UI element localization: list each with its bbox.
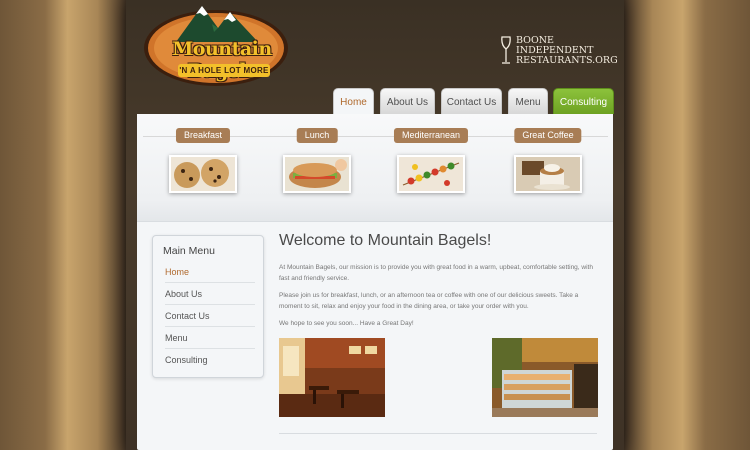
mountain-bagels-logo[interactable]: Mountain Bagels 'N A HOLE LOT MORE bbox=[140, 2, 300, 90]
sandwich-image[interactable] bbox=[283, 155, 351, 193]
intro-paragraph-2: Please join us for breakfast, lunch, or … bbox=[279, 292, 579, 310]
sidebar-item-consulting[interactable]: Consulting bbox=[165, 349, 255, 371]
boone-line-3: RESTAURANTS.ORG bbox=[516, 55, 618, 66]
tab-contact-us[interactable]: Contact Us bbox=[441, 88, 502, 114]
sidebar-item-menu[interactable]: Menu bbox=[165, 327, 255, 349]
logo-tagline: 'N A HOLE LOT MORE bbox=[178, 64, 270, 77]
cookies-image[interactable] bbox=[169, 155, 237, 193]
main-menu-sidebar: Main Menu Home About Us Contact Us Menu … bbox=[152, 235, 264, 378]
sidebar-item-about-us[interactable]: About Us bbox=[165, 283, 255, 305]
sidebar-item-contact-us[interactable]: Contact Us bbox=[165, 305, 255, 327]
coffee-image[interactable] bbox=[514, 155, 582, 193]
tab-home[interactable]: Home bbox=[333, 88, 374, 114]
sidebar-item-home[interactable]: Home bbox=[165, 261, 255, 283]
dining-area-photo[interactable] bbox=[279, 338, 385, 417]
category-strip: Breakfast Lunch Mediterranean Great Coff… bbox=[137, 114, 613, 222]
tab-menu[interactable]: Menu bbox=[508, 88, 548, 114]
category-label-breakfast[interactable]: Breakfast bbox=[175, 128, 231, 143]
category-great-coffee[interactable]: Great Coffee bbox=[488, 128, 608, 208]
boone-text: BOONE INDEPENDENT RESTAURANTS.ORG bbox=[516, 36, 618, 66]
sidebar-title: Main Menu bbox=[163, 245, 215, 257]
intro-paragraph-1: At Mountain Bagels, our mission is to pr… bbox=[279, 264, 593, 282]
tab-consulting[interactable]: Consulting bbox=[553, 88, 614, 114]
pastry-counter-photo[interactable] bbox=[492, 338, 598, 417]
category-breakfast[interactable]: Breakfast bbox=[143, 128, 263, 208]
wine-glass-icon bbox=[501, 36, 511, 64]
kebabs-image[interactable] bbox=[397, 155, 465, 193]
boone-independent-restaurants-link[interactable]: BOONE INDEPENDENT RESTAURANTS.ORG bbox=[500, 36, 618, 70]
category-lunch[interactable]: Lunch bbox=[257, 128, 377, 208]
category-label-great-coffee[interactable]: Great Coffee bbox=[514, 128, 582, 143]
tab-about-us[interactable]: About Us bbox=[380, 88, 435, 114]
category-label-mediterranean[interactable]: Mediterranean bbox=[393, 128, 469, 143]
intro-paragraph-3: We hope to see you soon... Have a Great … bbox=[279, 320, 414, 327]
content-divider bbox=[279, 433, 597, 434]
category-mediterranean[interactable]: Mediterranean bbox=[371, 128, 491, 208]
page-title: Welcome to Mountain Bagels! bbox=[279, 232, 492, 249]
category-label-lunch[interactable]: Lunch bbox=[296, 128, 338, 143]
